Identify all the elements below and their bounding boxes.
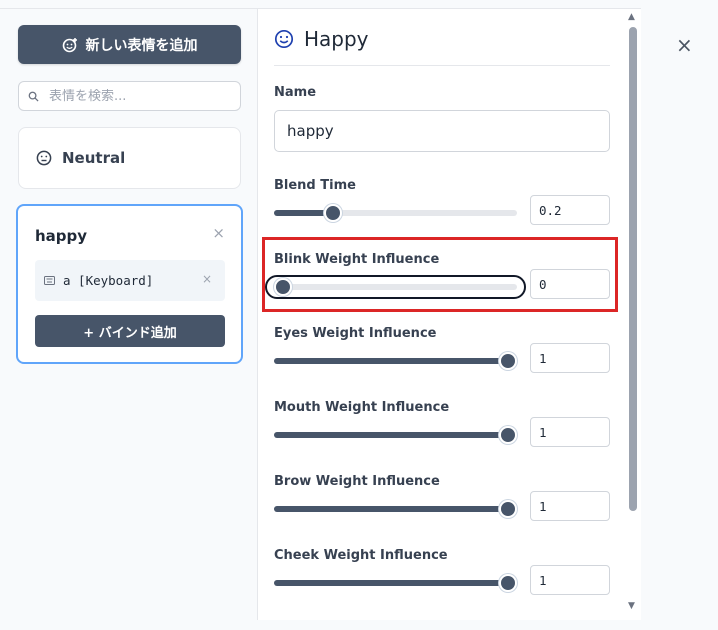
expression-card-neutral[interactable]: Neutral <box>18 127 241 189</box>
editor-header: Happy <box>274 27 369 51</box>
neutral-face-icon <box>36 150 52 166</box>
keyboard-icon <box>44 276 55 285</box>
param-value-input[interactable] <box>530 491 610 521</box>
param-value-input[interactable] <box>530 565 610 595</box>
slider-fill <box>274 580 508 586</box>
scroll-down-icon[interactable]: ▼ <box>628 601 635 611</box>
remove-binding-icon[interactable]: × <box>202 272 212 286</box>
param-slider[interactable] <box>274 500 517 518</box>
scroll-up-icon[interactable]: ▲ <box>628 12 635 22</box>
param-label: Eyes Weight Influence <box>274 326 437 341</box>
param-value-input[interactable] <box>530 269 610 299</box>
expression-name: happy <box>35 227 88 245</box>
slider-thumb[interactable] <box>323 204 342 222</box>
close-icon[interactable]: × <box>676 33 693 57</box>
slider-fill <box>274 358 508 364</box>
param-label: Blink Weight Influence <box>274 252 440 267</box>
scrollbar[interactable]: ▲ ▼ <box>625 9 641 620</box>
param-label: Cheek Weight Influence <box>274 548 448 563</box>
page-title: Happy <box>304 27 369 51</box>
add-emoji-icon <box>62 37 77 52</box>
name-label: Name <box>274 85 317 100</box>
param-slider[interactable] <box>274 426 517 444</box>
expression-card-happy[interactable]: happy × a [Keyboard] × + バインド追加 <box>16 204 243 364</box>
param-value-input[interactable] <box>530 343 610 373</box>
search-icon <box>28 91 39 102</box>
search-input[interactable] <box>49 88 219 104</box>
expression-sidebar: 新しい表情を追加 Neutral happy × a [Keyboard] × <box>0 9 258 620</box>
param-value-input[interactable] <box>530 195 610 225</box>
param-label: Mouth Weight Influence <box>274 400 450 415</box>
expression-editor: Happy Name Blend Time Blink Weight Influe… <box>258 9 641 620</box>
slider-fill <box>274 432 508 438</box>
scrollbar-thumb[interactable] <box>629 27 637 511</box>
slider-thumb[interactable] <box>499 574 517 592</box>
add-expression-label: 新しい表情を追加 <box>85 37 198 54</box>
param-label: Blend Time <box>274 178 356 193</box>
name-input[interactable] <box>274 110 610 152</box>
slider-thumb[interactable] <box>499 500 517 518</box>
param-value-input[interactable] <box>530 417 610 447</box>
param-slider[interactable] <box>274 574 517 592</box>
search-box[interactable] <box>18 81 241 111</box>
binding-text: a [Keyboard] <box>63 273 154 288</box>
slider-thumb[interactable] <box>499 426 517 444</box>
divider <box>274 65 610 66</box>
param-slider[interactable] <box>265 275 526 299</box>
close-icon[interactable]: × <box>212 224 225 242</box>
param-label: Brow Weight Influence <box>274 474 440 489</box>
slider-thumb[interactable] <box>274 278 292 296</box>
add-binding-button[interactable]: + バインド追加 <box>35 315 225 347</box>
expression-name: Neutral <box>62 149 126 167</box>
add-expression-button[interactable]: 新しい表情を追加 <box>18 25 241 64</box>
binding-item: a [Keyboard] × <box>35 260 225 301</box>
param-slider[interactable] <box>274 204 517 222</box>
slider-fill <box>274 506 508 512</box>
param-slider[interactable] <box>274 352 517 370</box>
smile-icon <box>274 29 294 49</box>
slider-thumb[interactable] <box>499 352 517 370</box>
